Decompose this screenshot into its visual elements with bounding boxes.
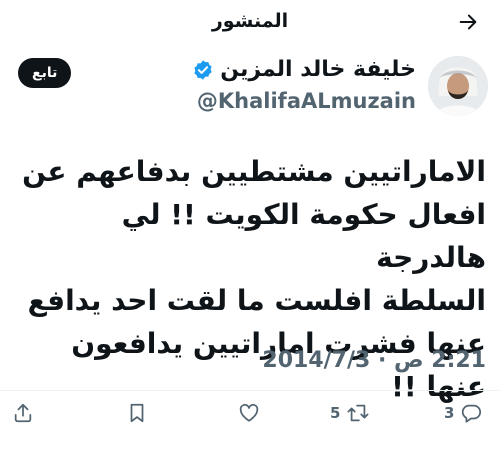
author-row: خليفة خالد المزين @KhalifaALmuzain تابع: [12, 54, 488, 118]
reply-button[interactable]: 3: [444, 402, 482, 424]
user-handle[interactable]: @KhalifaALmuzain: [192, 86, 416, 116]
bookmark-icon: [126, 402, 148, 424]
share-button[interactable]: [12, 402, 34, 424]
retweet-button[interactable]: 5: [330, 402, 370, 424]
like-button[interactable]: [238, 402, 266, 424]
retweet-icon: [346, 402, 370, 424]
page-title: المنشور: [211, 10, 289, 32]
reply-icon: [460, 402, 482, 424]
tweet-timestamp[interactable]: 2:21 ص · 2014/7/3: [262, 348, 486, 373]
like-icon: [238, 402, 260, 424]
share-icon: [12, 402, 34, 424]
retweet-count: 5: [330, 404, 341, 422]
arrow-right-icon: [457, 11, 479, 37]
verified-badge-icon: [192, 59, 214, 81]
avatar[interactable]: [428, 56, 488, 116]
bookmark-button[interactable]: [126, 402, 154, 424]
follow-button[interactable]: تابع: [18, 58, 72, 88]
author-info: خليفة خالد المزين @KhalifaALmuzain: [192, 56, 416, 116]
action-bar: 5 3: [0, 398, 500, 434]
tweet-detail-page: المنشور خليفة خالد المزين @KhalifaALmuza…: [0, 0, 500, 460]
display-name[interactable]: خليفة خالد المزين: [220, 56, 416, 84]
divider: [0, 390, 500, 391]
reply-count: 3: [444, 404, 455, 422]
back-button[interactable]: [448, 4, 488, 44]
top-bar: المنشور: [0, 0, 500, 48]
